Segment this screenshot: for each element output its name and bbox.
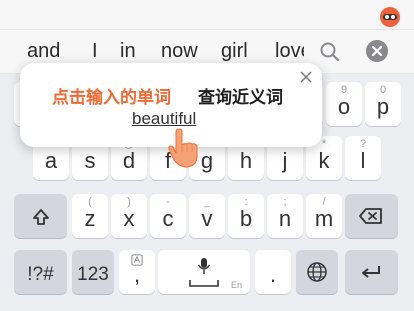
language-key[interactable] — [296, 250, 338, 294]
candidate-word[interactable]: and — [27, 40, 60, 63]
backspace-key[interactable] — [345, 194, 398, 238]
candidate-word[interactable]: in — [120, 40, 136, 63]
pointing-hand-icon — [168, 128, 198, 168]
candidate-word[interactable]: now — [161, 40, 198, 63]
key-o[interactable]: 9 o — [326, 82, 362, 126]
comma-key[interactable]: , — [119, 250, 155, 294]
sogou-logo-icon[interactable] — [378, 5, 402, 27]
key-z[interactable]: (z — [72, 194, 108, 238]
shift-key[interactable] — [14, 194, 67, 238]
space-bar-icon — [189, 280, 219, 287]
key-x[interactable]: ) x — [111, 194, 147, 238]
key-b[interactable]: :b — [228, 194, 264, 238]
candidate-word[interactable]: I — [92, 40, 98, 63]
keyboard-toolbar — [0, 0, 414, 30]
key-m[interactable]: / m — [306, 194, 342, 238]
candidate-actions — [304, 30, 414, 73]
enter-icon — [362, 266, 380, 278]
space-language-hint: En — [230, 280, 242, 290]
search-icon[interactable] — [318, 40, 342, 64]
space-key[interactable]: En — [158, 250, 250, 294]
key-c[interactable]: -c — [150, 194, 186, 238]
symbols-key[interactable]: !?# — [14, 250, 67, 294]
close-icon[interactable] — [366, 40, 388, 62]
globe-icon — [307, 262, 327, 282]
backspace-icon — [359, 208, 382, 224]
key-p[interactable]: 0 p — [365, 82, 401, 126]
enter-key[interactable] — [345, 250, 398, 294]
numbers-key[interactable]: 123 — [72, 250, 114, 294]
key-v[interactable]: _ v — [189, 194, 225, 238]
tooltip-example-word[interactable]: beautiful — [132, 109, 196, 129]
tooltip-query-text: 查询近义词 — [198, 88, 283, 107]
tooltip-click-text: 点击输入的单词 — [52, 88, 171, 107]
period-key[interactable]: . — [255, 250, 291, 294]
candidate-word[interactable]: girl — [221, 40, 248, 63]
key-l[interactable]: ? l — [345, 136, 381, 180]
key-n[interactable]: ; n — [267, 194, 303, 238]
microphone-icon — [197, 258, 211, 274]
close-icon[interactable] — [300, 71, 312, 83]
shift-icon — [33, 209, 49, 225]
